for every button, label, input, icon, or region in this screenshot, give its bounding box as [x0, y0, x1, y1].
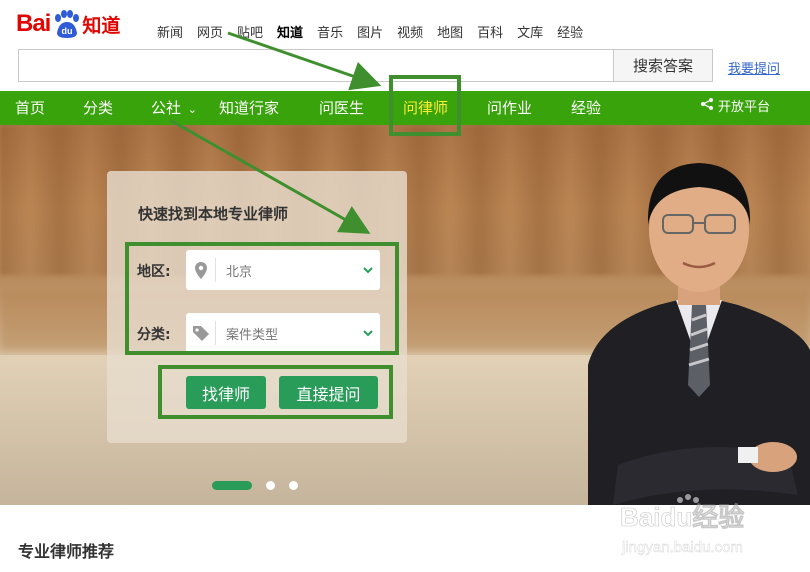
share-icon: [700, 91, 714, 125]
nav-item-community-label: 公社: [151, 99, 182, 117]
lawyer-photo: [588, 163, 810, 505]
ask-directly-button[interactable]: 直接提问: [279, 376, 378, 409]
logo-text-zhidao: 知道: [82, 14, 121, 37]
category-label: 分类:: [137, 327, 171, 343]
carousel-indicators: [212, 481, 298, 490]
open-platform-label: 开放平台: [718, 100, 771, 115]
logo-text-du: du: [62, 26, 73, 36]
ask-question-link[interactable]: 我要提问: [728, 58, 780, 77]
case-type-select[interactable]: 案件类型: [186, 313, 380, 353]
chevron-down-icon: [356, 329, 380, 337]
chevron-down-icon: ⌄: [187, 103, 198, 116]
lawyer-finder-panel: 快速找到本地专业律师 地区: 北京 分类: 案件类型 找律师 直接提问: [107, 171, 407, 443]
search-answers-button[interactable]: 搜索答案: [613, 49, 713, 82]
top-product-nav: 新闻 网页 贴吧 知道 音乐 图片 视频 地图 百科 文库 经验: [157, 22, 597, 41]
find-lawyer-button[interactable]: 找律师: [186, 376, 266, 409]
topnav-item-tieba[interactable]: 贴吧: [237, 22, 263, 41]
section-title: 专业律师推荐: [18, 542, 115, 561]
nav-item-experience[interactable]: 经验: [571, 91, 601, 125]
region-label: 地区:: [137, 264, 171, 280]
page: Bai du 知道 新闻 网页 贴吧 知道 音乐 图片 视频 地图 百科 文库 …: [0, 0, 810, 572]
topnav-item-music[interactable]: 音乐: [317, 22, 343, 41]
nav-item-ask-doctor[interactable]: 问医生: [319, 91, 364, 125]
topnav-item-news[interactable]: 新闻: [157, 22, 183, 41]
region-value: 北京: [226, 264, 253, 280]
watermark-brand: Baidu经验: [620, 502, 744, 532]
topnav-item-web[interactable]: 网页: [197, 22, 223, 41]
tag-icon: [186, 321, 216, 345]
topnav-item-baike[interactable]: 百科: [477, 22, 503, 41]
topnav-item-images[interactable]: 图片: [357, 22, 383, 41]
carousel-dot-active[interactable]: [212, 481, 252, 490]
nav-item-community[interactable]: 公社 ⌄: [151, 91, 197, 125]
nav-item-homework[interactable]: 问作业: [487, 91, 532, 125]
paw-icon: du: [51, 9, 81, 39]
nav-item-categories[interactable]: 分类: [83, 91, 113, 125]
chevron-down-icon: [356, 266, 380, 274]
topnav-item-wenku[interactable]: 文库: [517, 22, 543, 41]
topnav-item-video[interactable]: 视频: [397, 22, 423, 41]
watermark-url: jingyan.baidu.com: [621, 539, 743, 556]
carousel-dot[interactable]: [266, 481, 275, 490]
search-input[interactable]: [18, 49, 614, 82]
region-select[interactable]: 北京: [186, 250, 380, 290]
finder-title: 快速找到本地专业律师: [138, 205, 289, 223]
main-nav-bar: 首页 分类 公社 ⌄ 知道行家 问医生 问律师 问作业 经验 开放平台: [0, 91, 810, 125]
baidu-zhidao-logo[interactable]: Bai du 知道: [16, 6, 120, 42]
logo-text-bai: Bai: [16, 10, 51, 37]
carousel-dot[interactable]: [289, 481, 298, 490]
topnav-item-map[interactable]: 地图: [437, 22, 463, 41]
topnav-item-zhidao[interactable]: 知道: [277, 22, 303, 41]
nav-item-ask-lawyer[interactable]: 问律师: [403, 91, 448, 125]
nav-item-experts[interactable]: 知道行家: [219, 91, 279, 125]
lawyer-banner: 快速找到本地专业律师 地区: 北京 分类: 案件类型 找律师 直接提问: [0, 125, 810, 505]
open-platform-link[interactable]: 开放平台: [700, 91, 770, 125]
topnav-item-jingyan[interactable]: 经验: [557, 22, 583, 41]
case-type-value: 案件类型: [226, 327, 279, 343]
location-pin-icon: [186, 258, 216, 282]
nav-item-home[interactable]: 首页: [15, 91, 45, 125]
